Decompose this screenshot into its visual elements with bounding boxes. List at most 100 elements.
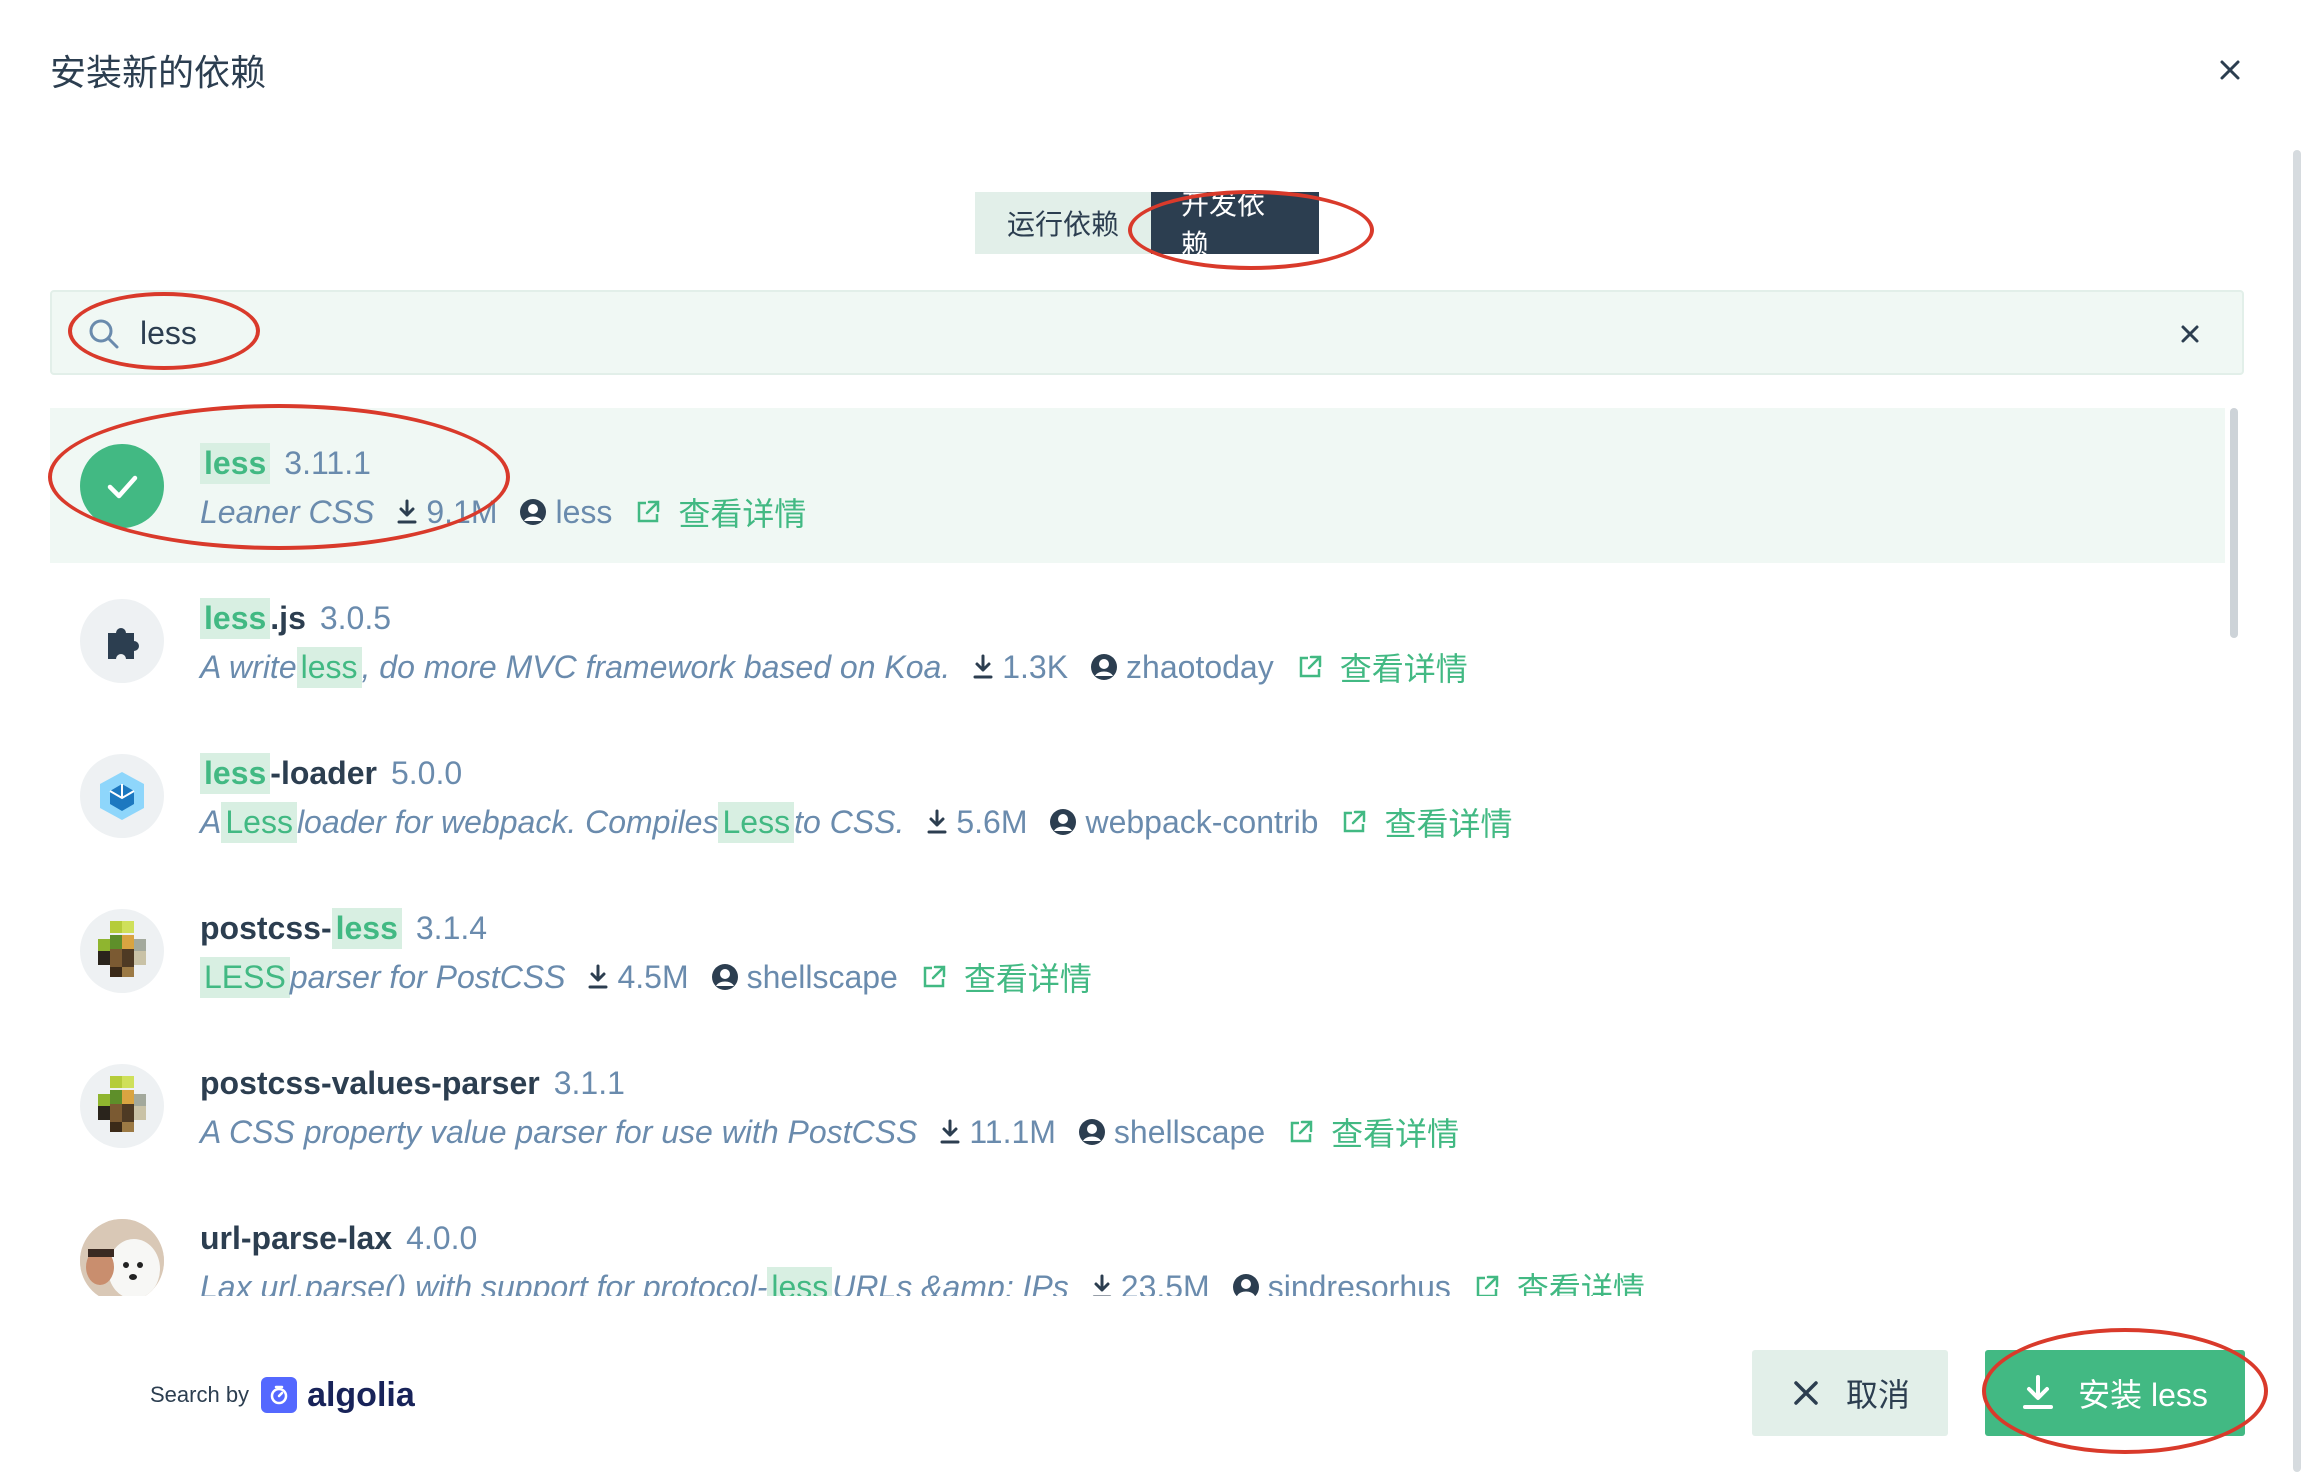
search-icon [84, 314, 124, 354]
downloads-value: 9.1M [426, 493, 498, 530]
package-result-row[interactable]: less .js 3.0.5 A write less , do more MVC f… [50, 563, 2225, 718]
text-fragment: to CSS. [794, 803, 905, 840]
downloads-count: 5.6M [926, 804, 1027, 841]
package-version: 4.0.0 [406, 1219, 478, 1256]
text-fragment: postcss-values-parser [200, 1064, 540, 1101]
list-scrollbar[interactable] [2230, 408, 2238, 638]
author: shellscape [1078, 1114, 1265, 1151]
view-details-link[interactable]: 查看详情 [1473, 1264, 1645, 1296]
search-highlight: less [331, 907, 402, 949]
view-details-link[interactable]: 查看详情 [1296, 644, 1468, 690]
downloads-value: 5.6M [956, 803, 1028, 840]
search-highlight: less [200, 442, 271, 484]
package-version: 3.0.5 [319, 599, 392, 636]
tab-runtime-deps[interactable]: 运行依赖 [975, 192, 1151, 254]
package-title-line: postcss-less 3.1.4 [200, 905, 487, 951]
text-fragment: postcss- [200, 909, 332, 946]
downloads-value: 1.3K [1002, 648, 1069, 685]
algolia-logo-icon [261, 1377, 298, 1413]
text-fragment: url-parse-lax [200, 1219, 393, 1256]
author-name: webpack-contrib [1085, 803, 1319, 840]
author: zhaotoday [1090, 649, 1274, 686]
cancel-button[interactable]: 取消 [1752, 1350, 1948, 1436]
view-details-link[interactable]: 查看详情 [634, 489, 806, 535]
downloads-value: 4.5M [617, 958, 689, 995]
view-details-label: 查看详情 [1339, 651, 1468, 687]
author-name: shellscape [1113, 1113, 1266, 1150]
user-icon [1091, 654, 1118, 680]
author-name: less [555, 493, 613, 530]
algolia-wordmark: algolia [307, 1375, 415, 1414]
package-result-row[interactable]: postcss-values-parser 3.1.1 A CSS property… [50, 1028, 2225, 1183]
search-by-label: Search by [150, 1382, 250, 1407]
text-fragment: -loader [270, 754, 377, 791]
package-version: 3.11.1 [284, 444, 371, 481]
text-fragment: A [200, 803, 222, 840]
postcss-pixel-logo-icon [98, 921, 146, 977]
user-icon [520, 499, 547, 525]
text-fragment: , do more MVC framework based on Koa. [361, 648, 951, 685]
package-result-row[interactable]: less 3.11.1 Leaner CSS 9.1M less 查看详情 [50, 408, 2225, 563]
install-button[interactable]: 安装 less [1985, 1350, 2245, 1436]
download-icon [2023, 1375, 2054, 1409]
search-highlight: less [200, 752, 271, 794]
external-link-icon [1476, 1275, 1499, 1296]
user-icon [1078, 1119, 1105, 1145]
puzzle-piece-icon [108, 627, 139, 659]
text-fragment: loader for webpack. Compiles [296, 803, 719, 840]
webpack-cube-icon [80, 754, 164, 838]
downloads-value: 11.1M [969, 1113, 1056, 1150]
postcss-pixel-logo-icon [98, 1076, 146, 1132]
package-title-line: url-parse-lax 4.0.0 [200, 1215, 477, 1261]
install-dependency-dialog: 安装新的依赖 运行依赖 开发依赖 less 3.11.1 Leaner CSS 9.1… [0, 0, 2306, 1472]
download-icon [588, 964, 608, 989]
view-details-link[interactable]: 查看详情 [920, 954, 1092, 1000]
tab-dev-deps[interactable]: 开发依赖 [1151, 189, 1319, 260]
download-icon [1092, 1274, 1111, 1296]
download-icon [397, 499, 417, 524]
pixel-blocks-icon [80, 909, 164, 993]
search-bar [50, 290, 2244, 375]
package-results-list: less 3.11.1 Leaner CSS 9.1M less 查看详情 less .js 3… [50, 408, 2230, 1296]
package-version: 3.1.1 [553, 1064, 625, 1101]
text-fragment: A CSS property value parser for use with… [200, 1113, 918, 1150]
search-input[interactable] [140, 306, 2040, 360]
package-version: 3.1.4 [415, 909, 488, 946]
dialog-scrollbar[interactable] [2293, 150, 2301, 1472]
external-link-icon [923, 965, 946, 988]
view-details-label: 查看详情 [678, 496, 807, 532]
search-highlight: Less [221, 801, 297, 843]
view-details-link[interactable]: 查看详情 [1340, 799, 1512, 845]
downloads-count: 11.1M [939, 1114, 1056, 1151]
downloads-count: 23.5M [1091, 1269, 1210, 1296]
install-label: 安装 less [2078, 1377, 2208, 1413]
package-title-line: postcss-values-parser 3.1.1 [200, 1060, 625, 1106]
webpack-logo-icon [100, 772, 144, 820]
clear-search-icon[interactable] [2170, 314, 2210, 354]
external-link-icon [638, 500, 660, 523]
algolia-attribution[interactable]: Search by algolia [150, 1370, 415, 1420]
user-icon [1050, 809, 1077, 835]
package-meta-line: A Less loader for webpack. Compiles Less… [200, 798, 1512, 846]
view-details-link[interactable]: 查看详情 [1287, 1109, 1459, 1155]
external-link-icon [1344, 810, 1366, 833]
package-result-row[interactable]: less -loader 5.0.0 A Less loader for webpac… [50, 718, 2225, 873]
puzzle-icon [80, 599, 164, 683]
author: less [519, 494, 612, 531]
dependency-type-tabs: 运行依赖 开发依赖 [975, 189, 1319, 260]
package-meta-line: Leaner CSS 9.1M less 查看详情 [200, 488, 806, 536]
text-fragment: parser for PostCSS [289, 958, 566, 995]
search-highlight: less [767, 1266, 833, 1296]
author: webpack-contrib [1049, 804, 1318, 841]
text-fragment: A write [200, 648, 297, 685]
external-link-icon [1290, 1120, 1313, 1143]
text-fragment: .js [270, 599, 306, 636]
package-title-line: less -loader 5.0.0 [200, 750, 462, 796]
text-fragment: Lax url.parse() with support for protoco… [200, 1268, 768, 1297]
author-name: zhaotoday [1126, 648, 1274, 685]
package-meta-line: A CSS property value parser for use with… [200, 1108, 1459, 1156]
package-result-row[interactable]: postcss-less 3.1.4 LESS parser for PostCSS… [50, 873, 2225, 1028]
text-fragment: Leaner CSS [200, 493, 375, 530]
close-icon[interactable] [2210, 50, 2250, 90]
package-result-row[interactable]: url-parse-lax 4.0.0 Lax url.parse() with s… [50, 1183, 2225, 1296]
